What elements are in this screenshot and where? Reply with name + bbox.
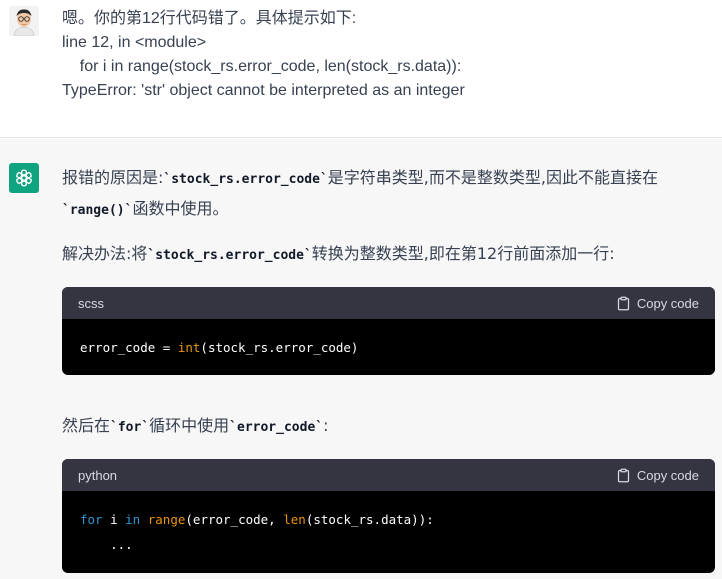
- inline-code: `range()`: [62, 203, 133, 218]
- code-token: ...: [80, 537, 133, 552]
- inline-code: `for`: [110, 420, 150, 435]
- inline-code: `stock_rs.error_code`: [147, 248, 312, 263]
- user-line: 嗯。你的第12行代码错了。具体提示如下:: [62, 10, 357, 27]
- usage-paragraph: 然后在`for`循环中使用`error_code`:: [62, 411, 716, 442]
- code-block: scss Copy code error_code = int(stock_rs…: [62, 287, 715, 375]
- solution-paragraph: 解决办法:将`stock_rs.error_code`转换为整数类型,即在第12…: [62, 239, 716, 270]
- user-line: for i in range(stock_rs.error_code, len(…: [62, 58, 462, 75]
- copy-code-label: Copy code: [636, 295, 699, 311]
- code-token: (error_code,: [185, 512, 284, 527]
- user-line: TypeError: 'str' object cannot be interp…: [62, 82, 465, 99]
- user-line: line 12, in <module>: [62, 34, 207, 51]
- text-span: 然后在: [62, 416, 111, 435]
- inline-code: `stock_rs.error_code`: [163, 172, 328, 187]
- user-avatar: [9, 6, 39, 36]
- copy-code-button[interactable]: Copy code: [616, 468, 699, 483]
- code-token: range: [147, 512, 186, 527]
- code-content: for i in range(error_code, len(stock_rs.…: [62, 491, 715, 557]
- code-token: in: [125, 512, 141, 527]
- code-token: (stock_rs.data)):: [305, 512, 434, 527]
- code-token: int: [177, 340, 201, 355]
- text-span: 是字符串类型,而不是整数类型,因此不能直接在: [327, 168, 658, 187]
- clipboard-icon: [617, 468, 629, 482]
- code-line: error_code = int(stock_rs.error_code): [80, 335, 697, 360]
- copy-code-label: Copy code: [636, 467, 699, 483]
- inline-code: `error_code`: [229, 420, 324, 435]
- code-line: for i in range(error_code, len(stock_rs.…: [80, 507, 697, 532]
- user-message: 嗯。你的第12行代码错了。具体提示如下: line 12, in <module…: [0, 0, 722, 138]
- text-span: 解决办法:将: [62, 244, 148, 263]
- text-span: 循环中使用: [149, 416, 230, 435]
- code-header: scss Copy code: [62, 287, 715, 319]
- code-token: error_code =: [80, 340, 178, 355]
- text-span: 报错的原因是:: [62, 168, 164, 187]
- clipboard-icon: [617, 296, 629, 310]
- code-header: python Copy code: [62, 459, 715, 491]
- code-line: ...: [80, 532, 697, 557]
- copy-code-button[interactable]: Copy code: [616, 296, 699, 311]
- code-token: len: [283, 512, 306, 527]
- explanation-paragraph: 报错的原因是:`stock_rs.error_code`是字符串类型,而不是整数…: [62, 163, 716, 225]
- code-token: i: [102, 512, 126, 527]
- code-block: python Copy code for i in range(error_co…: [62, 459, 715, 573]
- code-language-label: python: [78, 467, 118, 483]
- user-message-text: 嗯。你的第12行代码错了。具体提示如下: line 12, in <module…: [62, 7, 465, 103]
- openai-logo-icon: [9, 163, 39, 193]
- text-span: 转换为整数类型,即在第12行前面添加一行:: [311, 244, 615, 263]
- code-language-label: scss: [78, 295, 104, 311]
- assistant-message: 报错的原因是:`stock_rs.error_code`是字符串类型,而不是整数…: [0, 139, 722, 579]
- code-content: error_code = int(stock_rs.error_code): [62, 319, 715, 360]
- code-token: for: [80, 512, 103, 527]
- code-token: (stock_rs.error_code): [200, 340, 359, 355]
- text-span: 函数中使用。: [132, 199, 229, 218]
- text-span: :: [323, 416, 329, 435]
